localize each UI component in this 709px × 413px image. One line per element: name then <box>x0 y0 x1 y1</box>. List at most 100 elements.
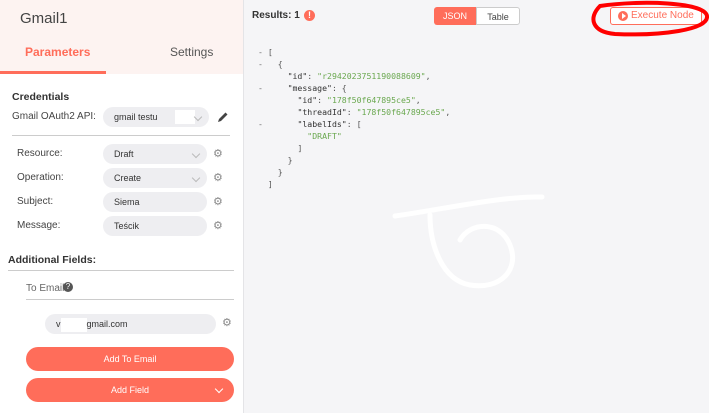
add-field-label: Add Field <box>110 385 150 395</box>
divider <box>26 299 234 300</box>
tab-settings[interactable]: Settings <box>170 45 213 59</box>
json-punct: : { <box>331 83 347 93</box>
collapse-toggle[interactable]: - <box>258 83 268 93</box>
json-punct: ] <box>267 179 273 189</box>
json-punct: : <box>307 71 318 81</box>
json-string: "DRAFT" <box>307 131 342 141</box>
subject-value: Siema <box>114 197 140 207</box>
message-input[interactable]: Teścik <box>103 216 207 236</box>
json-punct: } <box>287 155 293 165</box>
view-table-button[interactable]: Table <box>476 7 520 25</box>
active-tab-indicator <box>0 71 106 74</box>
to-email-input[interactable]: v gmail.com <box>45 314 216 334</box>
json-line: "id": "178f50f647895ce5", <box>258 94 450 106</box>
json-punct: { <box>277 59 283 69</box>
results-count: Results: 1 <box>252 10 300 21</box>
json-line: - "message": { <box>258 82 450 94</box>
resource-label: Resource: <box>17 148 63 159</box>
operation-select[interactable]: Create <box>103 168 207 188</box>
json-string: "178f50f647895ce5" <box>356 107 446 117</box>
collapse-toggle <box>258 95 268 105</box>
chevron-down-icon <box>191 173 201 183</box>
add-field-button[interactable]: Add Field <box>26 378 234 402</box>
node-parameters-panel: Gmail1 Parameters Settings Credentials G… <box>0 0 244 413</box>
tab-parameters[interactable]: Parameters <box>25 45 90 59</box>
json-punct: : [ <box>346 119 362 129</box>
resource-select[interactable]: Draft <box>103 144 207 164</box>
divider <box>12 135 230 136</box>
json-key: "labelIds" <box>297 119 347 129</box>
collapse-toggle <box>258 131 268 141</box>
collapse-toggle <box>258 179 268 189</box>
collapse-toggle <box>258 143 268 153</box>
json-key: "threadId" <box>297 107 347 117</box>
gear-icon[interactable]: ⚙ <box>213 221 223 232</box>
email-suffix: gmail.com <box>86 319 128 329</box>
divider <box>8 270 234 271</box>
json-line: ] <box>258 178 450 190</box>
add-to-email-button[interactable]: Add To Email <box>26 347 234 371</box>
gear-icon[interactable]: ⚙ <box>213 149 223 160</box>
json-punct: , <box>425 71 431 81</box>
chevron-down-icon <box>193 112 203 122</box>
json-line: } <box>258 154 450 166</box>
pencil-icon[interactable] <box>216 110 230 124</box>
collapse-toggle[interactable]: - <box>258 119 268 129</box>
node-title[interactable]: Gmail1 <box>20 10 68 27</box>
redaction-block <box>60 317 87 332</box>
message-value: Teścik <box>114 221 140 231</box>
execute-node-label: Execute Node <box>631 10 694 21</box>
json-output: - [- { "id": "r2942023751190088609", - "m… <box>258 46 450 190</box>
json-key: "id" <box>287 71 308 81</box>
resource-value: Draft <box>114 149 134 159</box>
credential-label: Gmail OAuth2 API: <box>12 111 96 122</box>
credential-select[interactable]: gmail testu <box>103 107 209 127</box>
json-string: "178f50f647895ce5" <box>327 95 416 105</box>
json-key: "id" <box>297 95 318 105</box>
subject-label: Subject: <box>17 196 54 207</box>
collapse-toggle[interactable]: - <box>258 47 268 57</box>
gear-icon[interactable]: ⚙ <box>222 318 232 329</box>
json-line: ] <box>258 142 450 154</box>
view-json-button[interactable]: JSON <box>434 7 476 25</box>
collapse-toggle <box>258 71 268 81</box>
help-icon[interactable]: ? <box>63 282 73 292</box>
additional-fields-title: Additional Fields: <box>8 254 97 266</box>
collapse-toggle <box>258 107 268 117</box>
chevron-down-icon <box>214 384 224 394</box>
json-line: } <box>258 166 450 178</box>
gear-icon[interactable]: ⚙ <box>213 173 223 184</box>
message-label: Message: <box>17 220 61 231</box>
json-line: "DRAFT" <box>258 130 450 142</box>
json-line: "threadId": "178f50f647895ce5", <box>258 106 450 118</box>
warning-icon[interactable]: ! <box>304 10 315 21</box>
json-key: "message" <box>287 83 332 93</box>
collapse-toggle <box>258 155 268 165</box>
subject-input[interactable]: Siema <box>103 192 207 212</box>
json-punct: : <box>317 95 328 105</box>
json-punct: : <box>346 107 357 117</box>
json-string: "r2942023751190088609" <box>317 71 426 81</box>
credential-value: gmail testu <box>114 112 158 122</box>
execute-node-button[interactable]: Execute Node <box>610 7 702 25</box>
operation-value: Create <box>114 173 142 183</box>
gear-icon[interactable]: ⚙ <box>213 197 223 208</box>
play-icon <box>618 11 628 21</box>
json-line: "id": "r2942023751190088609", <box>258 70 450 82</box>
json-line: - "labelIds": [ <box>258 118 450 130</box>
json-line: - [ <box>258 46 450 58</box>
chevron-down-icon <box>191 149 201 159</box>
json-punct: } <box>277 167 283 177</box>
json-punct: [ <box>267 47 273 57</box>
collapse-toggle[interactable]: - <box>258 59 268 69</box>
json-line: - { <box>258 58 450 70</box>
json-punct: , <box>445 107 451 117</box>
